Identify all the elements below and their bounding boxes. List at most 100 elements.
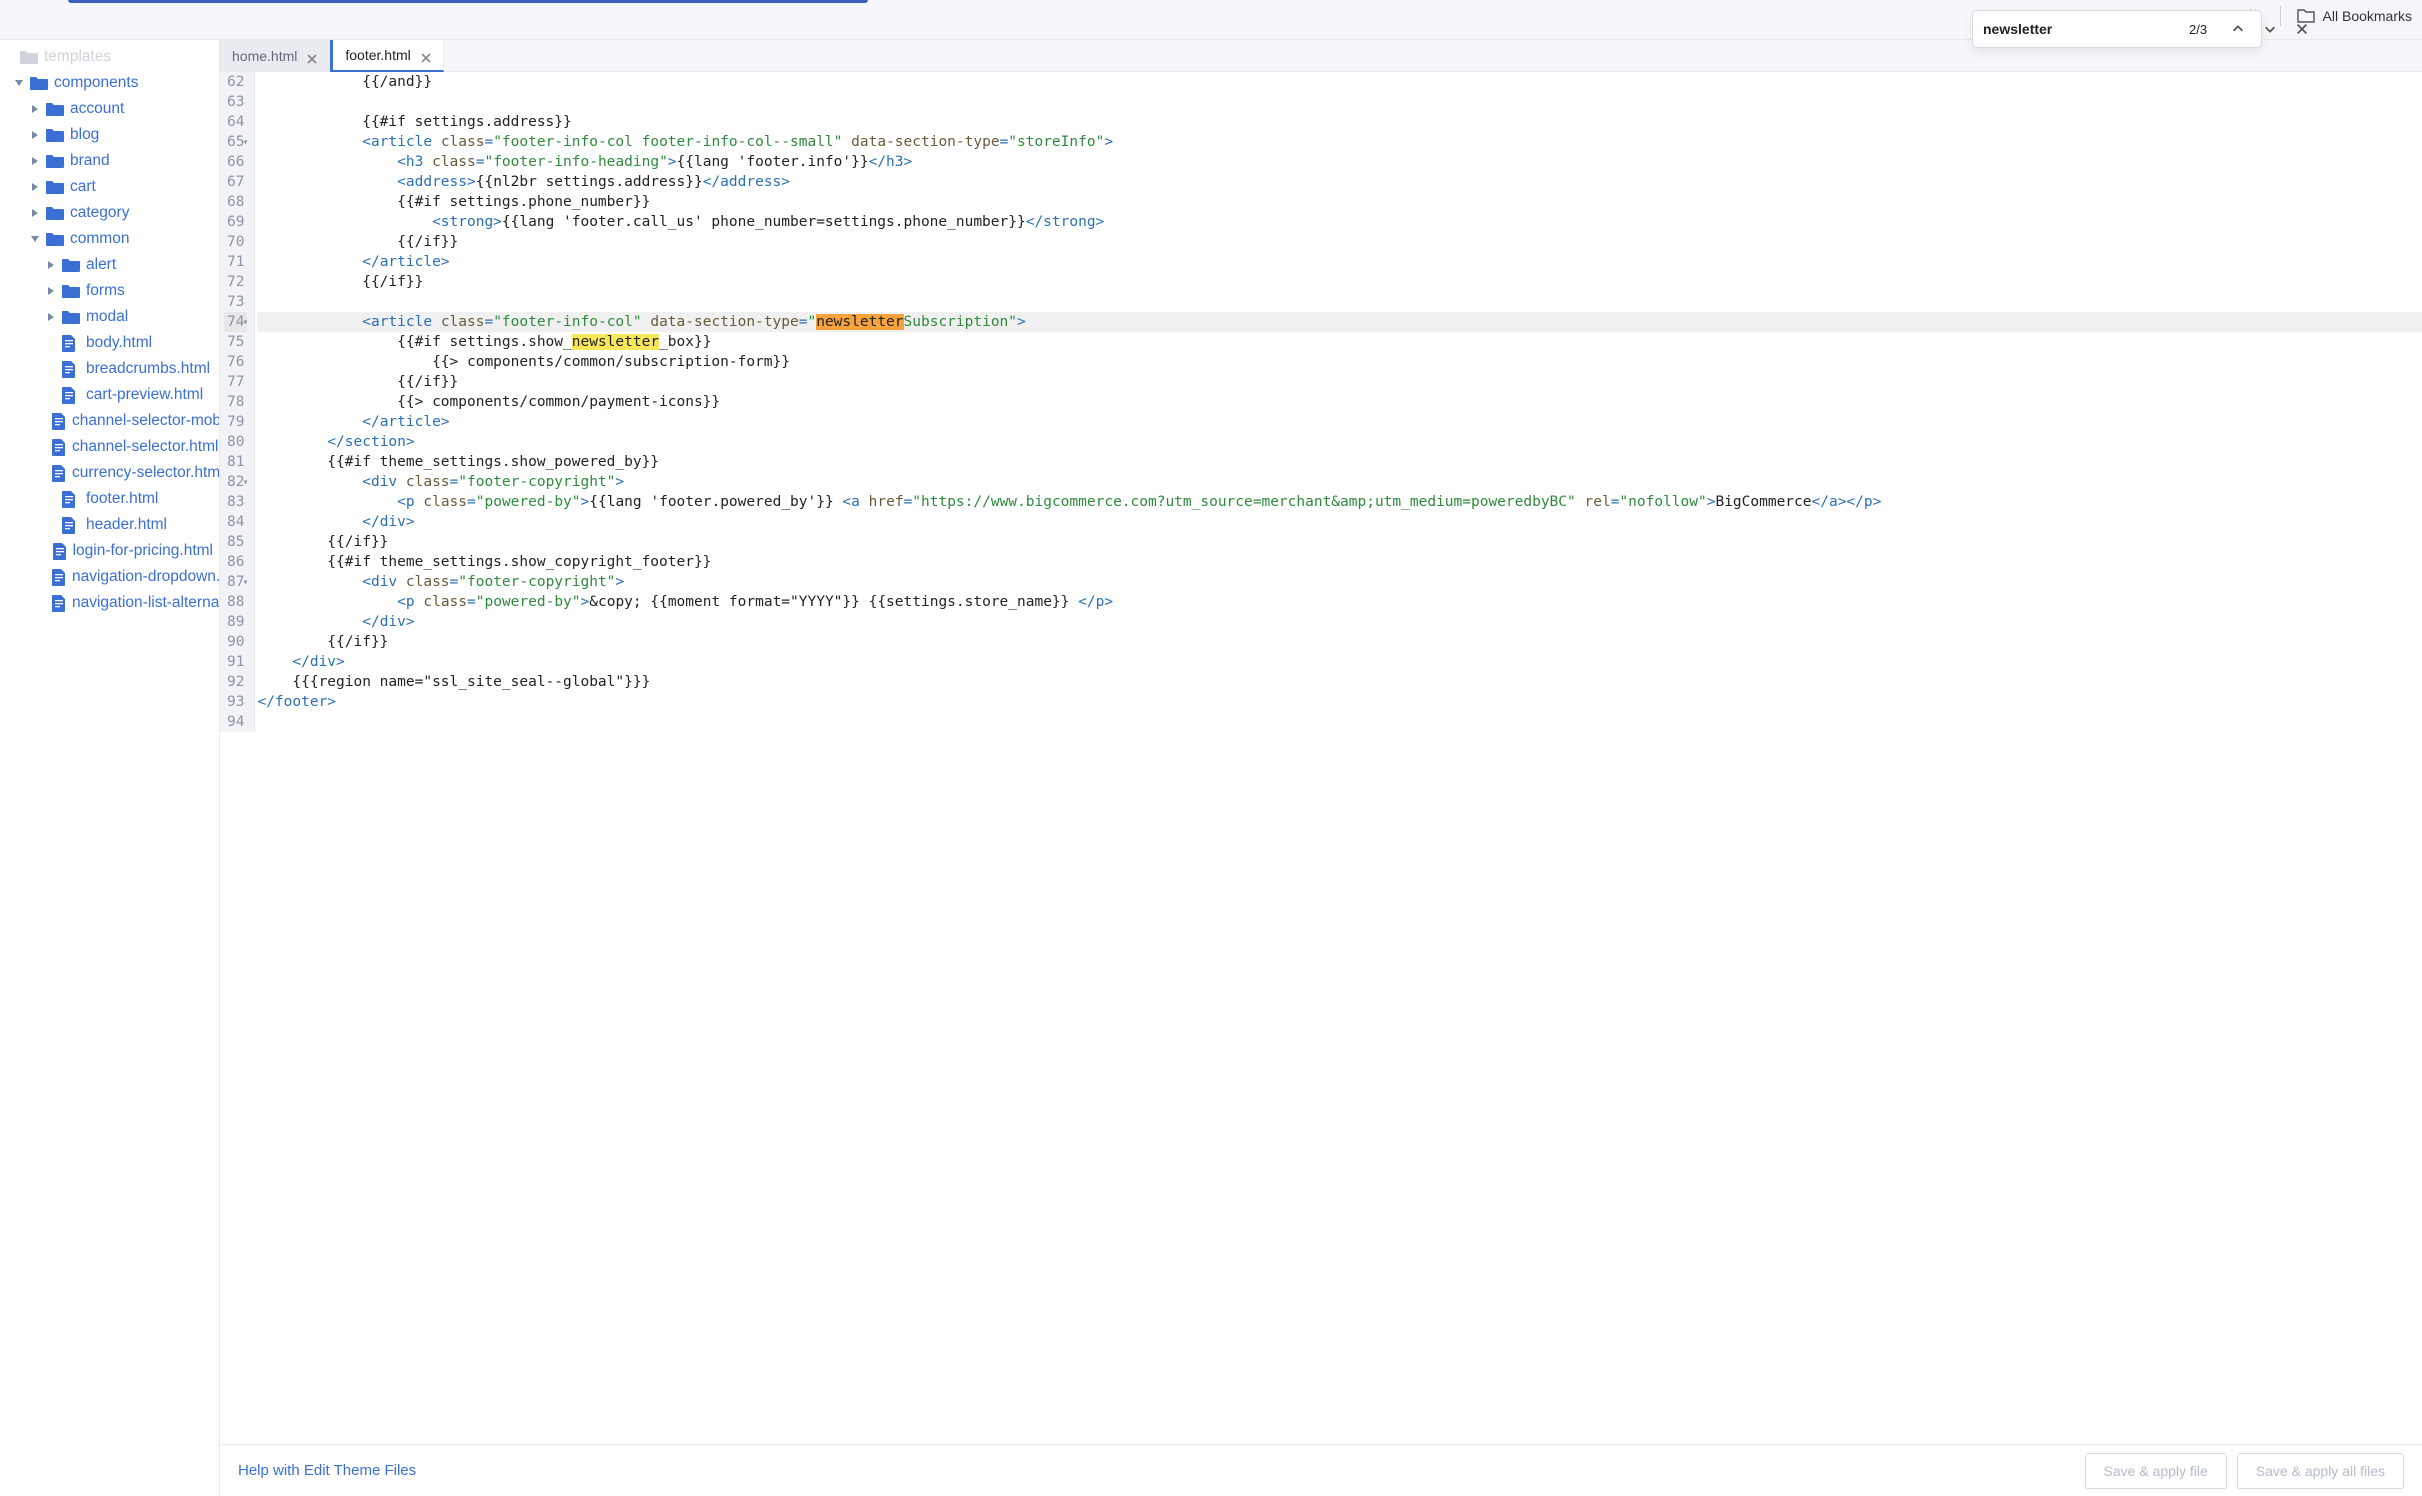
code-line[interactable]: </div> bbox=[257, 652, 2422, 672]
tree-file[interactable]: header.html bbox=[0, 512, 219, 538]
find-close-button[interactable] bbox=[2291, 20, 2313, 38]
code-line[interactable]: <strong>{{lang 'footer.call_us' phone_nu… bbox=[257, 212, 2422, 232]
file-icon bbox=[62, 335, 80, 351]
tab-close-button[interactable] bbox=[307, 51, 317, 61]
tree-folder[interactable]: brand bbox=[0, 148, 219, 174]
close-icon bbox=[2295, 22, 2309, 36]
close-icon bbox=[421, 53, 431, 63]
code-line[interactable] bbox=[257, 92, 2422, 112]
code-line[interactable]: </article> bbox=[257, 252, 2422, 272]
caret-right-icon bbox=[30, 130, 40, 140]
save-all-button[interactable]: Save & apply all files bbox=[2237, 1453, 2404, 1489]
tree-folder[interactable]: modal bbox=[0, 304, 219, 330]
code-line[interactable]: </section> bbox=[257, 432, 2422, 452]
code-line[interactable]: {{/if}} bbox=[257, 632, 2422, 652]
tree-item-label: modal bbox=[86, 308, 128, 326]
tree-item-label: navigation-dropdown.html bbox=[72, 568, 220, 586]
file-icon bbox=[62, 361, 80, 377]
code-line[interactable]: {{/and}} bbox=[257, 72, 2422, 92]
code-line[interactable]: <p class="powered-by">{{lang 'footer.pow… bbox=[257, 492, 2422, 512]
file-icon bbox=[52, 413, 66, 429]
caret-right-icon bbox=[30, 156, 40, 166]
tree-file[interactable]: channel-selector.html bbox=[0, 434, 219, 460]
save-file-button[interactable]: Save & apply file bbox=[2085, 1453, 2227, 1489]
file-icon bbox=[53, 543, 67, 559]
tree-file[interactable]: channel-selector-mobile.html bbox=[0, 408, 219, 434]
code-line[interactable]: <h3 class="footer-info-heading">{{lang '… bbox=[257, 152, 2422, 172]
tree-item-label: body.html bbox=[86, 334, 152, 352]
chevron-down-icon bbox=[2263, 22, 2277, 36]
tree-folder[interactable]: components bbox=[0, 70, 219, 96]
code-line[interactable]: {{/if}} bbox=[257, 532, 2422, 552]
caret-down-icon bbox=[30, 234, 40, 244]
code-line[interactable]: </div> bbox=[257, 612, 2422, 632]
tree-folder[interactable]: cart bbox=[0, 174, 219, 200]
code-line[interactable]: </article> bbox=[257, 412, 2422, 432]
file-tree-sidebar[interactable]: templatescomponentsaccountblogbrandcartc… bbox=[0, 40, 220, 1496]
tree-file[interactable]: footer.html bbox=[0, 486, 219, 512]
code-line[interactable]: {{#if settings.show_newsletter_box}} bbox=[257, 332, 2422, 352]
help-link[interactable]: Help with Edit Theme Files bbox=[238, 1462, 416, 1479]
tree-file[interactable]: currency-selector.html bbox=[0, 460, 219, 486]
tree-folder[interactable]: category bbox=[0, 200, 219, 226]
tree-folder[interactable]: common bbox=[0, 226, 219, 252]
tree-item-label: components bbox=[54, 74, 138, 92]
code-line[interactable]: <p class="powered-by">&copy; {{moment fo… bbox=[257, 592, 2422, 612]
find-next-button[interactable] bbox=[2259, 20, 2281, 38]
caret-right-icon bbox=[46, 286, 56, 296]
code-line[interactable]: </footer> bbox=[257, 692, 2422, 712]
editor-tab[interactable]: footer.html bbox=[330, 40, 443, 72]
tree-file[interactable]: breadcrumbs.html bbox=[0, 356, 219, 382]
code-line[interactable]: {{/if}} bbox=[257, 232, 2422, 252]
file-icon bbox=[52, 595, 66, 611]
tree-file[interactable]: navigation-dropdown.html bbox=[0, 564, 219, 590]
tree-item-label: alert bbox=[86, 256, 116, 274]
all-bookmarks-button[interactable]: All Bookmarks bbox=[2297, 7, 2412, 25]
tree-item-label: channel-selector-mobile.html bbox=[72, 412, 220, 430]
code-line[interactable] bbox=[257, 712, 2422, 732]
code-line[interactable]: <div class="footer-copyright"> bbox=[257, 572, 2422, 592]
tree-item-label: cart-preview.html bbox=[86, 386, 203, 404]
tree-item-label: templates bbox=[44, 48, 111, 66]
tree-file[interactable]: login-for-pricing.html bbox=[0, 538, 219, 564]
tree-file[interactable]: navigation-list-alternate.html bbox=[0, 590, 219, 616]
code-line[interactable] bbox=[257, 292, 2422, 312]
code-line[interactable]: <article class="footer-info-col" data-se… bbox=[257, 312, 2422, 332]
tree-item-label: breadcrumbs.html bbox=[86, 360, 210, 378]
code-line[interactable]: {{#if settings.address}} bbox=[257, 112, 2422, 132]
find-input[interactable] bbox=[1983, 21, 2179, 37]
tree-file[interactable]: body.html bbox=[0, 330, 219, 356]
tree-file[interactable]: cart-preview.html bbox=[0, 382, 219, 408]
code-line[interactable]: <div class="footer-copyright"> bbox=[257, 472, 2422, 492]
tree-item-label: blog bbox=[70, 126, 99, 144]
close-icon bbox=[307, 54, 317, 64]
code-line[interactable]: {{#if theme_settings.show_copyright_foot… bbox=[257, 552, 2422, 572]
code-line[interactable]: {{/if}} bbox=[257, 272, 2422, 292]
find-prev-button[interactable] bbox=[2227, 20, 2249, 38]
code-line[interactable]: {{{region name="ssl_site_seal--global"}}… bbox=[257, 672, 2422, 692]
tree-folder[interactable]: blog bbox=[0, 122, 219, 148]
code-line[interactable]: {{#if theme_settings.show_powered_by}} bbox=[257, 452, 2422, 472]
code-line[interactable]: <address>{{nl2br settings.address}}</add… bbox=[257, 172, 2422, 192]
code-content[interactable]: {{/and}} {{#if settings.address}} <artic… bbox=[255, 72, 2422, 732]
code-line[interactable]: {{> components/common/payment-icons}} bbox=[257, 392, 2422, 412]
code-line[interactable]: <article class="footer-info-col footer-i… bbox=[257, 132, 2422, 152]
file-icon bbox=[52, 465, 66, 481]
editor-tab[interactable]: home.html bbox=[220, 40, 330, 71]
code-line[interactable]: </div> bbox=[257, 512, 2422, 532]
caret-right-icon bbox=[46, 260, 56, 270]
caret-right-icon bbox=[30, 208, 40, 218]
file-icon bbox=[62, 491, 80, 507]
tree-item-label: currency-selector.html bbox=[72, 464, 220, 482]
tree-folder[interactable]: alert bbox=[0, 252, 219, 278]
tab-close-button[interactable] bbox=[421, 50, 431, 60]
editor-scroll[interactable]: 6263646566676869707172737475767778798081… bbox=[220, 72, 2422, 1444]
tree-folder[interactable]: forms bbox=[0, 278, 219, 304]
code-line[interactable]: {{> components/common/subscription-form}… bbox=[257, 352, 2422, 372]
tree-folder[interactable]: templates bbox=[0, 44, 219, 70]
code-line[interactable]: {{#if settings.phone_number}} bbox=[257, 192, 2422, 212]
tree-folder[interactable]: account bbox=[0, 96, 219, 122]
code-line[interactable]: {{/if}} bbox=[257, 372, 2422, 392]
tree-item-label: common bbox=[70, 230, 129, 248]
find-count: 2/3 bbox=[2189, 22, 2207, 37]
